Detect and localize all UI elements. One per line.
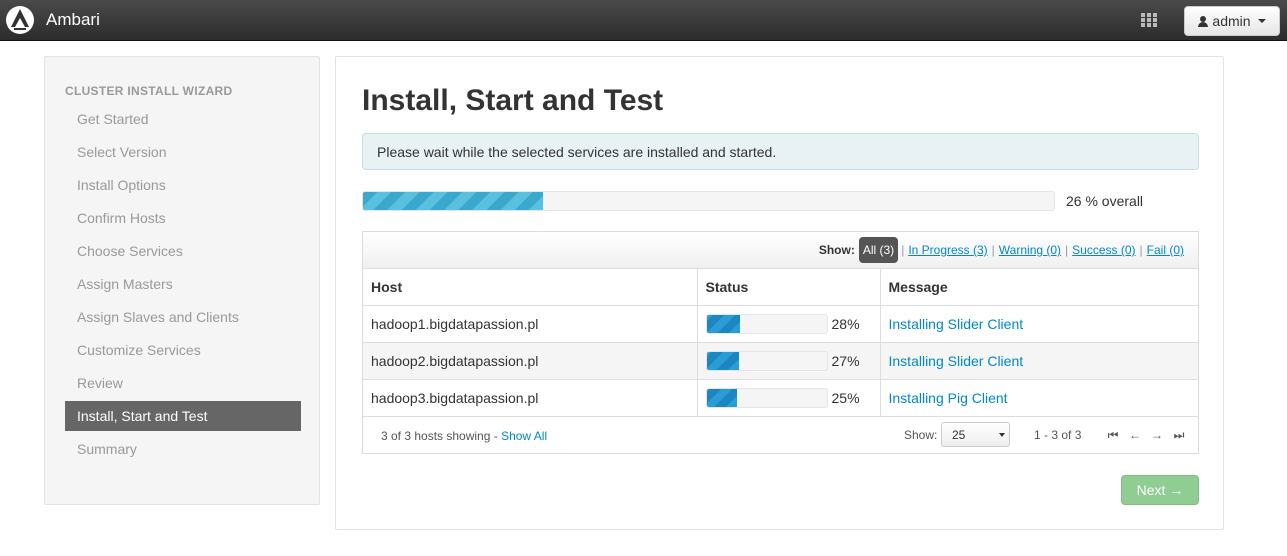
step-install-options: Install Options bbox=[77, 177, 166, 193]
next-page-icon[interactable]: → bbox=[1151, 428, 1163, 443]
column-header-status: Status bbox=[697, 269, 881, 306]
page-size-label: Show: bbox=[904, 427, 938, 442]
last-page-icon[interactable]: ⏭ bbox=[1173, 428, 1185, 443]
main-panel: Install, Start and Test Please wait whil… bbox=[335, 56, 1224, 530]
step-summary: Summary bbox=[77, 441, 137, 457]
host-progress-bar bbox=[705, 387, 828, 408]
wizard-steps: Get Started Select Version Install Optio… bbox=[65, 103, 301, 466]
hosts-table: Host Status Message hadoop1.bigdatapassi… bbox=[363, 269, 1198, 417]
table-row: hadoop3.bigdatapassion.pl 25% Installing… bbox=[363, 379, 1198, 417]
pagination-info: 1 - 3 of 3 bbox=[1034, 427, 1082, 442]
filter-label: Show: bbox=[818, 243, 855, 257]
page-size-value: 25 bbox=[952, 427, 966, 442]
info-alert: Please wait while the selected services … bbox=[362, 133, 1199, 170]
hosts-count: 3 of 3 hosts showing - Show All bbox=[381, 429, 547, 443]
brand-name[interactable]: Ambari bbox=[46, 10, 100, 30]
show-all-link[interactable]: Show All bbox=[501, 429, 547, 443]
previous-page-icon[interactable]: ← bbox=[1129, 428, 1141, 443]
overall-progress-bar bbox=[362, 191, 1055, 211]
status-filter-bar: Show: All (3) | In Progress (3) | Warnin… bbox=[363, 232, 1198, 269]
host-progress-fill bbox=[706, 314, 741, 333]
host-message-cell: Installing Slider Client bbox=[880, 305, 1198, 343]
host-progress-percent: 28% bbox=[831, 315, 860, 332]
host-message-link[interactable]: Installing Slider Client bbox=[889, 353, 1024, 369]
host-name: hadoop3.bigdatapassion.pl bbox=[363, 379, 698, 417]
column-header-host: Host bbox=[363, 269, 698, 306]
step-review: Review bbox=[77, 375, 123, 391]
host-message-link[interactable]: Installing Slider Client bbox=[889, 316, 1024, 332]
step-select-version: Select Version bbox=[77, 144, 167, 160]
caret-down-icon bbox=[1257, 19, 1266, 23]
table-row: hadoop1.bigdatapassion.pl 28% Installing… bbox=[363, 305, 1198, 343]
filter-all[interactable]: All (3) bbox=[858, 237, 899, 263]
host-progress-fill bbox=[706, 351, 739, 370]
user-icon bbox=[1198, 15, 1209, 27]
host-message-link[interactable]: Installing Pig Client bbox=[889, 390, 1008, 406]
filter-fail[interactable]: Fail (0) bbox=[1147, 243, 1184, 257]
wizard-sidebar: CLUSTER INSTALL WIZARD Get Started Selec… bbox=[44, 56, 320, 505]
step-confirm-hosts: Confirm Hosts bbox=[77, 210, 166, 226]
hosts-table-box: Show: All (3) | In Progress (3) | Warnin… bbox=[362, 231, 1199, 454]
host-progress-bar bbox=[705, 313, 828, 334]
host-status: 28% bbox=[697, 305, 881, 343]
table-row: hadoop2.bigdatapassion.pl 27% Installing… bbox=[363, 342, 1198, 380]
host-progress-percent: 25% bbox=[831, 389, 860, 406]
ambari-logo-icon[interactable] bbox=[5, 5, 35, 35]
step-customize-services: Customize Services bbox=[77, 342, 201, 358]
host-progress-bar bbox=[705, 350, 828, 371]
dropdown-arrow-icon bbox=[999, 432, 1005, 437]
host-status: 27% bbox=[697, 342, 881, 380]
overall-progress-fill bbox=[363, 192, 543, 210]
filter-in-progress[interactable]: In Progress (3) bbox=[908, 243, 987, 257]
user-menu-label: admin bbox=[1212, 13, 1251, 29]
host-name: hadoop2.bigdatapassion.pl bbox=[363, 342, 698, 380]
top-navbar: Ambari admin bbox=[0, 0, 1287, 41]
host-name: hadoop1.bigdatapassion.pl bbox=[363, 305, 698, 343]
filter-success[interactable]: Success (0) bbox=[1072, 243, 1135, 257]
step-get-started: Get Started bbox=[77, 111, 149, 127]
step-assign-slaves-clients: Assign Slaves and Clients bbox=[77, 309, 239, 325]
filter-warning[interactable]: Warning (0) bbox=[999, 243, 1061, 257]
host-message-cell: Installing Pig Client bbox=[880, 379, 1198, 417]
page-size-select[interactable]: 25 bbox=[941, 421, 1010, 447]
views-grid-icon[interactable] bbox=[1141, 13, 1158, 28]
user-menu-button[interactable]: admin bbox=[1184, 6, 1280, 36]
host-status: 25% bbox=[697, 379, 881, 417]
host-message-cell: Installing Slider Client bbox=[880, 342, 1198, 380]
step-assign-masters: Assign Masters bbox=[77, 276, 173, 292]
first-page-icon[interactable]: ⏮ bbox=[1107, 428, 1119, 443]
next-button[interactable]: Next → bbox=[1121, 475, 1199, 505]
column-header-message: Message bbox=[880, 269, 1198, 306]
sidebar-title: CLUSTER INSTALL WIZARD bbox=[65, 84, 233, 98]
pagination-controls: ⏮ ← → ⏭ bbox=[1107, 428, 1185, 443]
host-progress-fill bbox=[706, 388, 737, 407]
step-install-start-test: Install, Start and Test bbox=[65, 401, 301, 431]
table-footer: 3 of 3 hosts showing - Show All Show: 25… bbox=[363, 417, 1198, 454]
host-progress-percent: 27% bbox=[831, 352, 860, 369]
overall-progress-text: 26 % overall bbox=[1066, 193, 1144, 209]
hosts-count-text: 3 of 3 hosts showing - bbox=[381, 428, 502, 443]
page-title: Install, Start and Test bbox=[362, 84, 664, 117]
step-choose-services: Choose Services bbox=[77, 243, 183, 259]
